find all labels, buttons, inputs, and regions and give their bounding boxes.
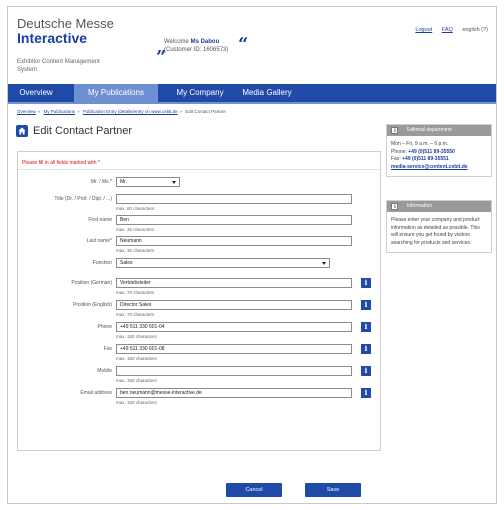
mobile-label: Mobile — [97, 368, 112, 374]
position-en-field[interactable]: Director Sales — [116, 300, 352, 310]
quote-open-mark: ” — [156, 47, 167, 68]
position-en-hint: max. 70 characters — [116, 312, 155, 317]
position-de-label: Position (German) — [71, 280, 112, 286]
page-frame: Deutsche Messe Interactive Exhibitor Con… — [7, 6, 497, 504]
function-label: Function — [92, 260, 112, 266]
logo-line-1: Deutsche Messe — [17, 16, 114, 31]
tab-media-gallery[interactable]: Media Gallery — [230, 84, 304, 102]
function-select[interactable]: Sales — [116, 258, 330, 268]
editorial-fax-label: Fax: — [391, 156, 401, 162]
tab-my-company[interactable]: My Company — [163, 84, 237, 102]
required-note: Please fill in all fields marked with * — [22, 160, 100, 166]
salutation-value: Mr. — [120, 179, 127, 185]
tab-overview[interactable]: Overview — [8, 84, 64, 102]
user-name: Ms Dabou — [190, 39, 220, 45]
home-icon — [16, 125, 28, 137]
editorial-box: i Editorial department Mon – Fri, 9 a.m.… — [386, 124, 492, 177]
title-hint: max. 60 characters — [116, 206, 155, 211]
logo-line-2: Interactive — [17, 30, 88, 46]
editorial-hours: Mon – Fri, 9 a.m. – 6 p.m. — [391, 141, 449, 147]
phone-hint: max. 150 characters — [116, 334, 157, 339]
breadcrumb-publication-entry[interactable]: Publication Entry (details/entry on www.… — [83, 109, 178, 114]
welcome-block: Welcome Ms Dabou (Customer ID: 1606573) — [164, 38, 228, 54]
information-header: i Information — [387, 201, 491, 212]
system-subtitle: Exhibitor Content Management System — [17, 59, 100, 73]
customer-id: (Customer ID: 1606573) — [164, 47, 229, 53]
chevron-down-icon — [322, 262, 326, 265]
information-title: Information — [407, 203, 433, 209]
info-square-icon: i — [391, 203, 398, 210]
breadcrumb-my-publications[interactable]: My Publications — [44, 109, 76, 114]
title-label: Title (Dr. / Prof. / Dipl. / ...) — [54, 196, 112, 202]
email-field[interactable]: ben.neumann@messe-interactive.de — [116, 388, 352, 398]
mobile-field[interactable] — [116, 366, 352, 376]
main-nav: Overview My Publications My Company Medi… — [8, 84, 496, 102]
page-title: Edit Contact Partner — [33, 125, 133, 137]
tab-my-publications[interactable]: My Publications — [74, 84, 158, 102]
form-divider — [18, 169, 380, 170]
editorial-header: i Editorial department — [387, 125, 491, 136]
editorial-fax: +49 (0)511 89-35551 — [402, 156, 449, 162]
welcome-prefix: Welcome — [164, 39, 189, 45]
email-label: Email address — [80, 390, 112, 396]
info-icon[interactable]: i — [361, 388, 371, 398]
editorial-body: Mon – Fri, 9 a.m. – 6 p.m. Phone: +49 (0… — [387, 136, 491, 176]
position-de-field[interactable]: Vertriebsleiter — [116, 278, 352, 288]
breadcrumb-current: Edit Contact Partner — [185, 109, 226, 114]
fax-label: Fax — [103, 346, 112, 352]
editorial-email-link[interactable]: media-service@content.cebit.de — [391, 164, 487, 172]
breadcrumb-overview[interactable]: Overview — [17, 109, 36, 114]
editorial-phone: +49 (0)511 89-35550 — [408, 148, 455, 155]
fax-hint: max. 150 characters — [116, 356, 157, 361]
faq-link[interactable]: FAQ — [442, 27, 453, 33]
information-body: Please enter your company and product in… — [391, 217, 480, 246]
logout-link[interactable]: Logout — [415, 27, 432, 33]
title-field[interactable] — [116, 194, 352, 204]
last-name-field[interactable]: Neumann — [116, 236, 352, 246]
save-button[interactable]: Save — [305, 483, 361, 497]
salutation-select[interactable]: Mr. — [116, 177, 180, 187]
language-link[interactable]: english (?) — [462, 27, 488, 33]
salutation-label: Mr. / Ms.* — [90, 179, 112, 185]
phone-label: Phone — [97, 324, 112, 330]
phone-field[interactable]: +49 511 330 601-04 — [116, 322, 352, 332]
first-name-hint: max. 35 characters — [116, 227, 155, 232]
quote-close-mark: “ — [238, 34, 249, 55]
position-en-label: Position (English) — [73, 302, 112, 308]
editorial-phone-label: Phone: — [391, 148, 407, 155]
breadcrumb: Overview» My Publications» Publication E… — [17, 109, 226, 114]
info-icon[interactable]: i — [361, 322, 371, 332]
information-box: i Information Please enter your company … — [386, 200, 492, 253]
info-icon[interactable]: i — [361, 366, 371, 376]
email-hint: max. 150 characters — [116, 400, 157, 405]
function-value: Sales — [120, 260, 133, 266]
position-de-hint: max. 70 characters — [116, 290, 155, 295]
info-icon[interactable]: i — [361, 300, 371, 310]
top-links: Logout FAQ english (?) — [407, 27, 488, 33]
fax-field[interactable]: +49 511 330 601-08 — [116, 344, 352, 354]
last-name-hint: max. 35 characters — [116, 248, 155, 253]
mobile-hint: max. 150 characters — [116, 378, 157, 383]
first-name-label: First name — [88, 217, 112, 223]
chevron-down-icon — [172, 181, 176, 184]
info-square-icon: i — [391, 127, 398, 134]
info-icon[interactable]: i — [361, 278, 371, 288]
first-name-field[interactable]: Ben — [116, 215, 352, 225]
editorial-title: Editorial department — [407, 127, 452, 133]
last-name-label: Last name* — [86, 238, 112, 244]
cancel-button[interactable]: Cancel — [226, 483, 282, 497]
info-icon[interactable]: i — [361, 344, 371, 354]
nav-underline — [8, 102, 496, 104]
